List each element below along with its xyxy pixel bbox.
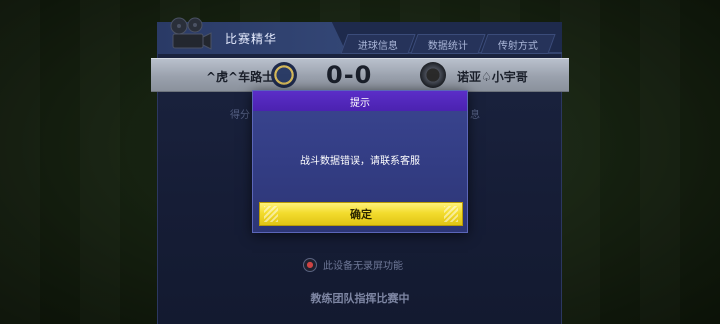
- tab-bar: 比赛精华 进球信息 数据统计 传射方式: [157, 17, 562, 54]
- film-reel-icon: [170, 17, 212, 50]
- tab-highlights-label: 比赛精华: [225, 32, 278, 46]
- tab-goal-info-label: 进球信息: [358, 40, 398, 52]
- error-dialog: 提示 战斗数据错误，请联系客服 确定: [252, 90, 468, 233]
- tab-pass-shot-label: 传射方式: [498, 40, 538, 52]
- team-badge-icon: [420, 62, 446, 88]
- dialog-message: 战斗数据错误，请联系客服: [300, 156, 420, 167]
- team-badge-icon: [271, 62, 297, 88]
- no-record-icon: ●: [303, 257, 317, 272]
- coach-status-text: 教练团队指挥比赛中: [310, 292, 410, 305]
- match-score: 0-0: [326, 61, 373, 89]
- recording-notice-text: 此设备无录屏功能: [323, 261, 403, 272]
- confirm-button[interactable]: 确定: [259, 202, 463, 226]
- dialog-title: 提示: [350, 97, 370, 109]
- confirm-button-label: 确定: [350, 208, 372, 221]
- away-team-name: 诺亚♤小宇哥: [457, 70, 528, 84]
- tab-statistics-label: 数据统计: [428, 40, 468, 52]
- tab-statistics[interactable]: 数据统计: [410, 34, 486, 54]
- dialog-header: 提示: [253, 91, 467, 111]
- tab-pass-shot[interactable]: 传射方式: [480, 34, 556, 54]
- info-label: 息: [470, 110, 480, 121]
- score-info-label: 得分: [230, 110, 250, 121]
- tab-goal-info[interactable]: 进球信息: [340, 34, 416, 54]
- home-team-name: ^虎^车路士: [206, 70, 275, 84]
- recording-notice: ● 此设备无录屏功能: [303, 257, 403, 272]
